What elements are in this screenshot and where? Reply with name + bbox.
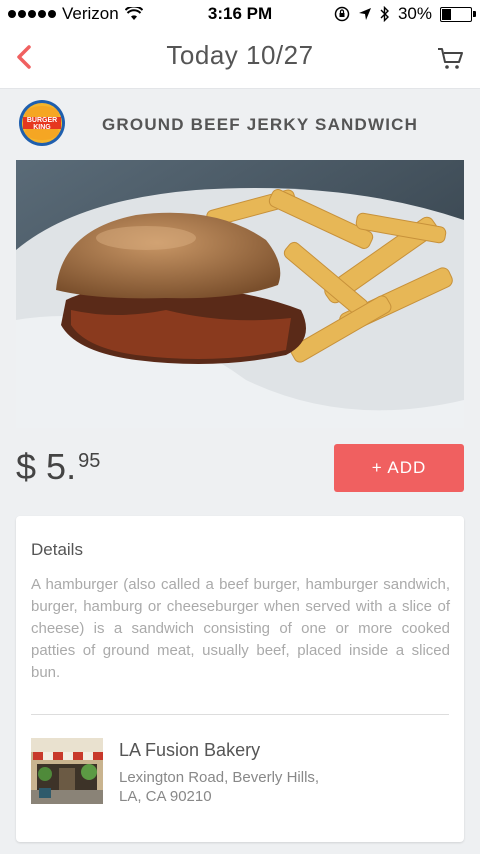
nav-bar: Today 10/27 — [0, 28, 480, 89]
burger-king-logo: BURGER KING — [19, 100, 65, 146]
rotation-lock-icon — [334, 6, 350, 22]
vendor-name[interactable]: LA Fusion Bakery — [119, 740, 260, 761]
add-to-cart-button[interactable]: + ADD — [334, 444, 464, 492]
cart-icon — [438, 48, 463, 69]
back-button[interactable] — [12, 40, 48, 76]
vendor-address: Lexington Road, Beverly Hills, LA, CA 90… — [119, 768, 379, 806]
product-photo — [16, 160, 464, 428]
location-arrow-icon — [358, 8, 371, 20]
vendor-address-line1: Lexington Road, Beverly Hills, — [119, 769, 320, 786]
price-currency: $ — [16, 446, 37, 487]
battery-label: 30% — [397, 4, 432, 23]
details-description: A hamburger (also called a beef burger, … — [31, 576, 450, 681]
page-title: Today 10/27 — [166, 40, 314, 70]
product-name: GROUND BEEF JERKY SANDWICH — [102, 115, 419, 134]
bluetooth-icon — [380, 6, 389, 22]
cart-button[interactable] — [432, 40, 468, 76]
price-dollars: 5. — [46, 446, 77, 487]
status-bar: Verizon 3:16 PM 30% — [0, 0, 480, 28]
price: $ 5. 95 — [16, 446, 100, 488]
details-card: Details A hamburger (also called a beef … — [16, 516, 464, 842]
price-cents: 95 — [78, 450, 101, 472]
battery-icon — [440, 6, 476, 22]
chevron-left-icon — [17, 45, 31, 69]
vendor-thumbnail[interactable] — [31, 738, 103, 804]
details-heading: Details — [31, 540, 83, 559]
status-right: 30% — [334, 4, 476, 24]
divider — [31, 714, 449, 715]
product-header: BURGER KING GROUND BEEF JERKY SANDWICH — [0, 89, 480, 159]
svg-text:KING: KING — [33, 124, 51, 131]
svg-text:BURGER: BURGER — [27, 117, 57, 124]
vendor-address-line2: LA, CA 90210 — [119, 788, 212, 805]
